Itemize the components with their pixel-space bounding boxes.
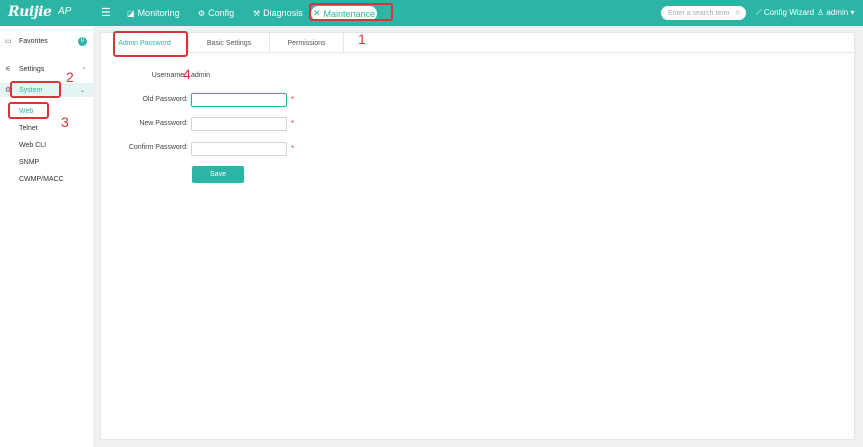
- config-wizard-button[interactable]: ⟋ Config Wizard: [756, 8, 814, 18]
- new-password-label: New Password:: [139, 120, 188, 127]
- sidebar-item-telnet[interactable]: Telnet: [19, 125, 38, 132]
- nav-monitoring-label: Monitoring: [137, 8, 180, 18]
- new-password-field[interactable]: [191, 117, 287, 131]
- content-card: Admin Password Basic Settings Permission…: [100, 32, 856, 440]
- nav-diagnosis-label: Diagnosis: [263, 8, 303, 18]
- favorites-count-badge: 0: [78, 36, 87, 46]
- tab-permissions[interactable]: Permissions: [270, 33, 344, 53]
- favorites-label: Favorites: [19, 37, 48, 45]
- annotation-box-admin-password: [113, 31, 188, 57]
- gear-icon: ⚙: [198, 8, 206, 18]
- brand-suffix: AP: [58, 6, 72, 17]
- annotation-box-maintenance: [309, 3, 393, 21]
- save-button[interactable]: Save: [192, 166, 244, 183]
- annotation-number-2: 2: [66, 69, 74, 85]
- settings-label: Settings: [19, 65, 45, 73]
- username-value: admin: [191, 72, 211, 79]
- username-label: Username:: [151, 72, 186, 79]
- confirm-password-label: Confirm Password:: [128, 144, 188, 151]
- confirm-password-field[interactable]: [191, 142, 287, 156]
- annotation-number-3: 3: [61, 114, 69, 130]
- annotation-number-4: 4: [183, 66, 191, 82]
- nav-config[interactable]: ⚙ Config: [198, 8, 234, 18]
- brand-logo: Ruijie: [8, 4, 52, 20]
- required-mark: *: [291, 119, 295, 128]
- tab-bar: Admin Password Basic Settings Permission…: [101, 33, 856, 53]
- settings-icon: ⚟: [5, 66, 12, 73]
- folder-icon: ▭: [5, 38, 12, 45]
- required-mark: *: [291, 144, 295, 153]
- chevron-right-icon: ›: [83, 66, 85, 72]
- search-icon[interactable]: ○: [735, 8, 740, 17]
- tab-basic-settings[interactable]: Basic Settings: [189, 33, 270, 53]
- user-name: admin: [826, 8, 849, 17]
- annotation-box-system: [10, 81, 61, 98]
- old-password-label: Old Password:: [142, 96, 188, 103]
- chevron-down-icon: ⌄: [79, 87, 85, 94]
- annotation-box-web: [8, 102, 49, 119]
- wand-icon: ⟋: [756, 8, 762, 17]
- config-wizard-label: Config Wizard: [763, 8, 815, 17]
- search-placeholder: Enter a search term: [668, 9, 730, 17]
- required-mark: *: [291, 95, 295, 104]
- chevron-down-icon: ▾: [850, 8, 855, 17]
- sidebar-item-snmp[interactable]: SNMP: [19, 159, 39, 166]
- top-bar: Ruijie AP ☰ ◪ Monitoring ⚙ Config ⚒ Diag…: [0, 0, 863, 26]
- nav-monitoring[interactable]: ◪ Monitoring: [127, 8, 180, 18]
- annotation-number-1: 1: [358, 31, 366, 47]
- user-icon: ♙: [817, 8, 825, 17]
- nav-diagnosis[interactable]: ⚒ Diagnosis: [253, 8, 303, 18]
- old-password-field[interactable]: [191, 93, 287, 107]
- sidebar-item-web-cli[interactable]: Web CLI: [19, 142, 46, 149]
- nav-config-label: Config: [208, 8, 235, 18]
- menu-icon[interactable]: ☰: [101, 6, 111, 19]
- wrench-icon: ⚒: [253, 8, 261, 18]
- monitor-icon: ◪: [127, 8, 135, 18]
- sidebar-item-favorites[interactable]: ▭ Favorites 0: [0, 34, 93, 48]
- sidebar-item-settings[interactable]: ⚟ Settings ›: [0, 62, 93, 76]
- user-menu[interactable]: ♙ admin ▾: [817, 8, 854, 17]
- sidebar-item-cwmp-macc[interactable]: CWMP/MACC: [19, 176, 64, 183]
- search-input[interactable]: Enter a search term ○: [661, 6, 746, 20]
